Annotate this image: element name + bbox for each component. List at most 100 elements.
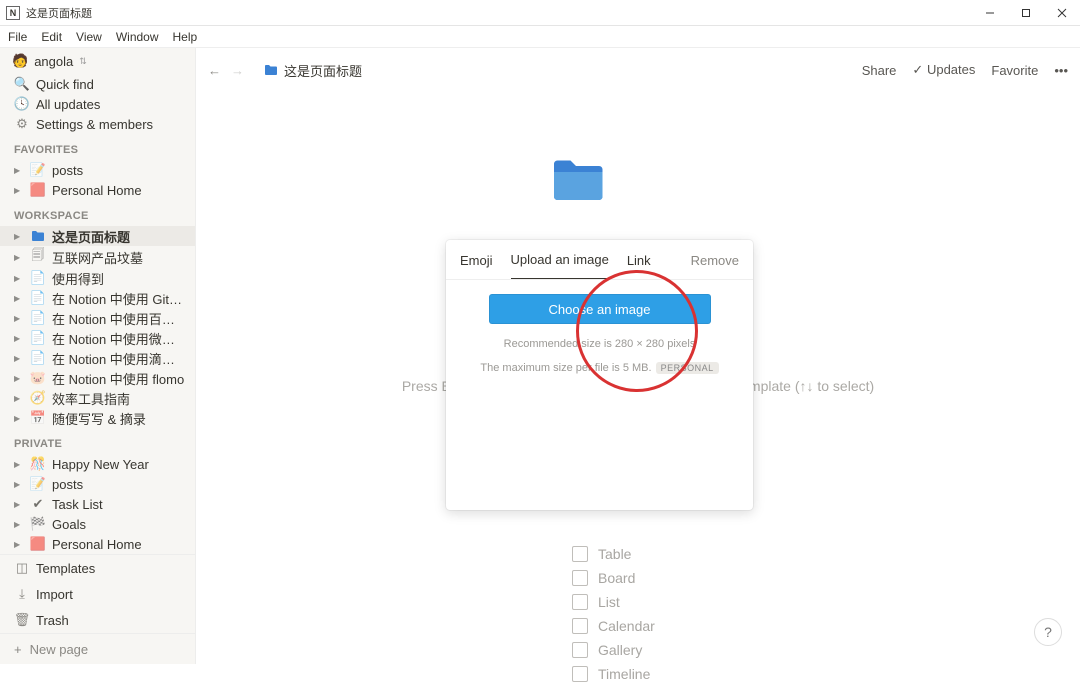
document-icon: 📄 bbox=[30, 270, 46, 286]
trash-button[interactable]: 🗑Trash bbox=[0, 607, 195, 633]
favorite-button[interactable]: Favorite bbox=[991, 63, 1038, 78]
pr-item[interactable]: ▶✔Task List bbox=[0, 494, 195, 514]
plan-badge: PERSONAL bbox=[656, 362, 719, 374]
disclosure-icon[interactable]: ▶ bbox=[14, 460, 24, 469]
page-icon: 📝 bbox=[30, 476, 46, 492]
workspace-name: angola bbox=[34, 54, 73, 69]
table-icon bbox=[572, 546, 588, 562]
template-calendar[interactable]: Calendar bbox=[572, 618, 655, 634]
page-icon: 🎊 bbox=[30, 456, 46, 472]
template-board[interactable]: Board bbox=[572, 570, 655, 586]
icon-picker-popup: Emoji Upload an image Link Remove Choose… bbox=[446, 240, 753, 510]
section-favorites: FAVORITES bbox=[0, 134, 195, 160]
choose-image-button[interactable]: Choose an image bbox=[489, 294, 711, 324]
ws-item[interactable]: ▶🧭效率工具指南 bbox=[0, 388, 195, 408]
menu-edit[interactable]: Edit bbox=[41, 30, 62, 44]
disclosure-icon[interactable]: ▶ bbox=[14, 500, 24, 509]
max-size-text: The maximum size per file is 5 MB.PERSON… bbox=[464, 362, 735, 374]
template-list[interactable]: List bbox=[572, 594, 655, 610]
check-icon: ✔ bbox=[30, 496, 46, 512]
remove-icon-button[interactable]: Remove bbox=[691, 253, 739, 268]
tab-emoji[interactable]: Emoji bbox=[460, 240, 493, 280]
window-close-button[interactable] bbox=[1044, 0, 1080, 26]
disclosure-icon[interactable]: ▶ bbox=[14, 232, 24, 241]
disclosure-icon[interactable]: ▶ bbox=[14, 520, 24, 529]
import-button[interactable]: ⤓Import bbox=[0, 581, 195, 607]
disclosure-icon[interactable]: ▶ bbox=[14, 186, 24, 195]
menu-window[interactable]: Window bbox=[116, 30, 159, 44]
recommended-size-text: Recommended size is 280 × 280 pixels bbox=[464, 338, 735, 350]
templates-button[interactable]: ◫Templates bbox=[0, 555, 195, 581]
section-workspace: WORKSPACE bbox=[0, 200, 195, 226]
all-updates[interactable]: 🕓All updates bbox=[0, 94, 195, 114]
main-area: ← → 这是页面标题 Share ✓ Updates Favorite ••• … bbox=[196, 48, 1080, 664]
menu-file[interactable]: File bbox=[8, 30, 27, 44]
page-icon: 📅 bbox=[30, 410, 46, 426]
tab-link[interactable]: Link bbox=[627, 240, 651, 280]
updates-button[interactable]: ✓ Updates bbox=[912, 62, 975, 78]
workspace-switcher[interactable]: 🧑 angola ⇅ bbox=[0, 48, 195, 74]
ws-item[interactable]: ▶📄在 Notion 中使用微信读书 bbox=[0, 328, 195, 348]
import-icon: ⤓ bbox=[14, 586, 30, 602]
ws-item-current[interactable]: ▶这是页面标题 bbox=[0, 226, 195, 246]
settings-members[interactable]: ⚙Settings & members bbox=[0, 114, 195, 134]
ws-item[interactable]: ▶📄在 Notion 中使用滴答清单 bbox=[0, 348, 195, 368]
ws-item[interactable]: ▶🗐互联网产品坟墓 bbox=[0, 246, 195, 268]
plus-icon: + bbox=[14, 642, 22, 657]
window-minimize-button[interactable] bbox=[972, 0, 1008, 26]
disclosure-icon[interactable]: ▶ bbox=[14, 294, 24, 303]
fav-item[interactable]: ▶📝posts bbox=[0, 160, 195, 180]
disclosure-icon[interactable]: ▶ bbox=[14, 480, 24, 489]
template-timeline[interactable]: Timeline bbox=[572, 666, 655, 682]
document-icon: 📄 bbox=[30, 330, 46, 346]
page-icon: 🏁 bbox=[30, 516, 46, 532]
ws-item[interactable]: ▶📄在 Notion 中使用 GitMind bbox=[0, 288, 195, 308]
fav-item[interactable]: ▶🟥Personal Home bbox=[0, 180, 195, 200]
chevron-updown-icon: ⇅ bbox=[79, 56, 87, 67]
more-button[interactable]: ••• bbox=[1054, 63, 1068, 78]
disclosure-icon[interactable]: ▶ bbox=[14, 166, 24, 175]
disclosure-icon[interactable]: ▶ bbox=[14, 540, 24, 549]
ws-item[interactable]: ▶📅随便写写 & 摘录 bbox=[0, 408, 195, 428]
workspace-icon: 🧑 bbox=[12, 53, 28, 69]
topbar: ← → 这是页面标题 Share ✓ Updates Favorite ••• bbox=[196, 48, 1080, 92]
pr-item[interactable]: ▶🟥Personal Home bbox=[0, 534, 195, 554]
board-icon bbox=[572, 570, 588, 586]
new-page-button[interactable]: +New page bbox=[0, 633, 195, 664]
back-button[interactable]: ← bbox=[208, 63, 221, 78]
pr-item[interactable]: ▶🏁Goals bbox=[0, 514, 195, 534]
folder-icon bbox=[30, 230, 46, 242]
ws-item[interactable]: ▶📄在 Notion 中使用百度脑图 bbox=[0, 308, 195, 328]
document-icon: 🗐 bbox=[30, 246, 46, 268]
ws-item[interactable]: ▶🐷在 Notion 中使用 flomo bbox=[0, 368, 195, 388]
share-button[interactable]: Share bbox=[862, 63, 897, 78]
gallery-icon bbox=[572, 642, 588, 658]
template-table[interactable]: Table bbox=[572, 546, 655, 562]
templates-icon: ◫ bbox=[14, 560, 30, 576]
menu-view[interactable]: View bbox=[76, 30, 102, 44]
help-button[interactable]: ? bbox=[1034, 618, 1062, 646]
disclosure-icon[interactable]: ▶ bbox=[14, 334, 24, 343]
template-gallery[interactable]: Gallery bbox=[572, 642, 655, 658]
folder-icon bbox=[264, 64, 278, 76]
breadcrumb[interactable]: 这是页面标题 bbox=[264, 61, 362, 80]
disclosure-icon[interactable]: ▶ bbox=[14, 274, 24, 283]
disclosure-icon[interactable]: ▶ bbox=[14, 374, 24, 383]
forward-button[interactable]: → bbox=[231, 63, 244, 78]
menu-help[interactable]: Help bbox=[173, 30, 198, 44]
disclosure-icon[interactable]: ▶ bbox=[14, 414, 24, 423]
quick-find[interactable]: 🔍Quick find bbox=[0, 74, 195, 94]
ws-item[interactable]: ▶📄使用得到 bbox=[0, 268, 195, 288]
disclosure-icon[interactable]: ▶ bbox=[14, 314, 24, 323]
timeline-icon bbox=[572, 666, 588, 682]
window-maximize-button[interactable] bbox=[1008, 0, 1044, 26]
document-icon: 📄 bbox=[30, 290, 46, 306]
search-icon: 🔍 bbox=[14, 76, 30, 92]
pr-item[interactable]: ▶📝posts bbox=[0, 474, 195, 494]
tab-upload[interactable]: Upload an image bbox=[511, 240, 609, 280]
disclosure-icon[interactable]: ▶ bbox=[14, 253, 24, 262]
page-icon-large[interactable] bbox=[550, 156, 606, 204]
disclosure-icon[interactable]: ▶ bbox=[14, 354, 24, 363]
disclosure-icon[interactable]: ▶ bbox=[14, 394, 24, 403]
pr-item[interactable]: ▶🎊Happy New Year bbox=[0, 454, 195, 474]
